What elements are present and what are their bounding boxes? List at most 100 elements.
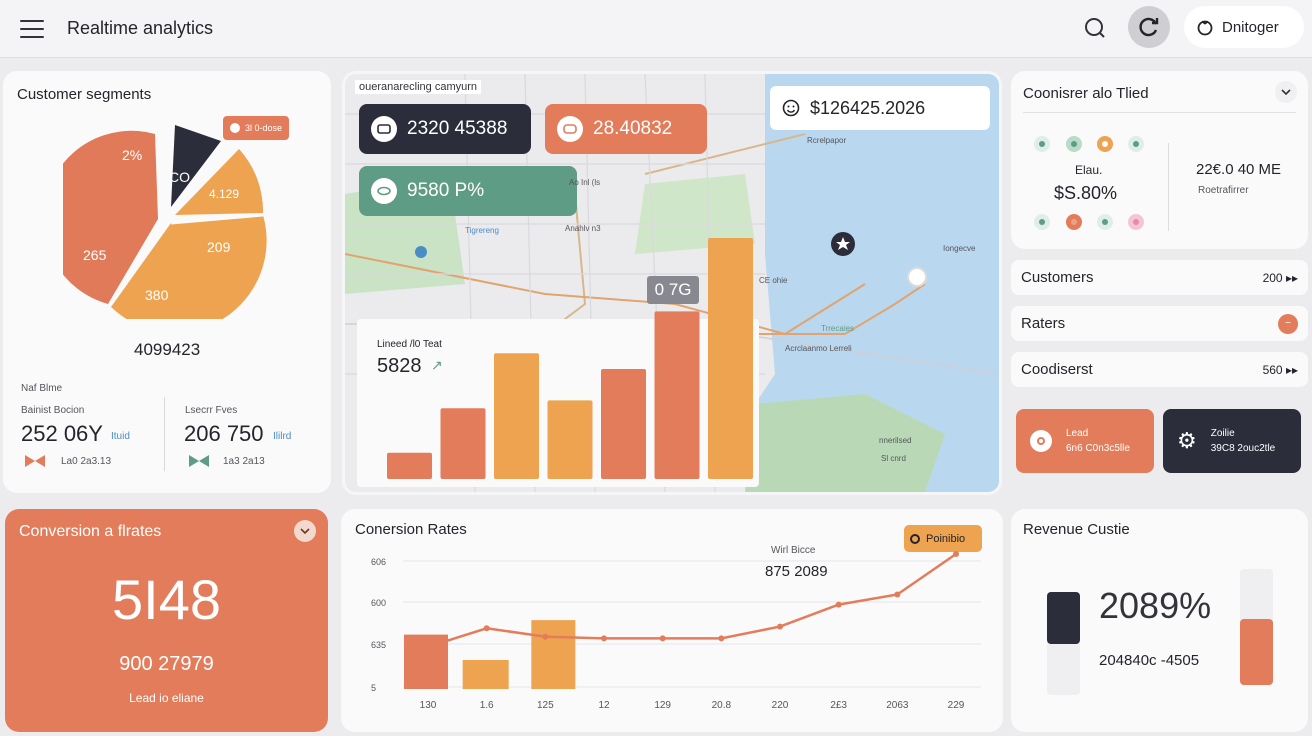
slice-label-5: 380	[145, 287, 169, 303]
stat2-unit: Ililrd	[273, 431, 292, 442]
x-tick-label: 229	[948, 700, 965, 711]
row-customers[interactable]: Customers 200 ▸▸	[1011, 260, 1308, 295]
status-dot-6	[1066, 214, 1082, 230]
line-point	[659, 635, 666, 642]
row-coodiserst-value: 560 ▸▸	[1262, 362, 1298, 377]
revenue-sub: 204840c -4505	[1099, 652, 1200, 669]
panel-title: Coonisrer alo Tlied	[1023, 85, 1149, 102]
slice-label-3: 4.129	[209, 187, 240, 201]
map-label-6: CE ohie	[759, 276, 788, 285]
stat2-label: Lsecrr Fves	[185, 405, 238, 416]
row-coodiserst-label: Coodiserst	[1021, 361, 1093, 378]
row-customers-label: Customers	[1021, 269, 1094, 286]
eye-icon	[371, 178, 397, 204]
panel-side-sub: Roetrafirrer	[1198, 185, 1249, 196]
row-coodiserst[interactable]: Coodiserst 560 ▸▸	[1011, 352, 1308, 387]
map-label-9: nnerilsed	[879, 436, 912, 445]
stat1-unit: Ituid	[111, 431, 130, 442]
gear-icon: ⚙	[1177, 428, 1197, 453]
map-marker-circle[interactable]	[907, 267, 927, 287]
status-dot-8	[1128, 214, 1144, 230]
chat-icon	[557, 116, 583, 142]
y-tick-label: 5	[371, 683, 376, 693]
line-point	[601, 635, 607, 642]
slice-label-1: 2%	[122, 147, 143, 163]
user-label: Dnitoger	[1222, 18, 1279, 36]
map-label-4: Rcrelpapor	[807, 136, 847, 145]
smiley-icon	[782, 99, 800, 117]
segments-title: Customer segments	[17, 86, 152, 103]
stat2-sub: 1a3 2a13	[223, 456, 265, 467]
y-tick-label: 635	[371, 640, 386, 650]
panel-side-value: 22€.0 40 ME	[1196, 161, 1282, 178]
line-point	[483, 625, 490, 632]
x-tick-label: 125	[537, 700, 554, 711]
kpi-orange-card[interactable]: 28.40832	[545, 104, 707, 154]
user-menu-button[interactable]: Dnitoger	[1184, 6, 1304, 48]
map-title: oueranarecling camyurn	[355, 80, 482, 94]
lead-tile-line1: Lead	[1066, 428, 1089, 439]
line-series	[427, 552, 957, 649]
kpi-orange-value: 28.40832	[593, 118, 673, 139]
map-label-5: Iongecve	[943, 244, 976, 253]
refresh-button[interactable]	[1128, 6, 1170, 48]
slice-label-6: 265	[83, 247, 107, 263]
x-tick-label: 129	[654, 700, 671, 711]
panel-metric-label: Elau.	[1075, 163, 1103, 177]
chevron-down-icon	[1281, 89, 1291, 95]
x-tick-label: 2£3	[830, 700, 847, 711]
x-tick-label: 2063	[886, 700, 909, 711]
lead-tile[interactable]: Lead 6n6 C0n3c5lle	[1016, 409, 1154, 473]
map-label-8: Acrclaanmo Lerreli	[785, 344, 852, 353]
bow-icon-orange	[25, 455, 45, 467]
revenue-gauge-left	[1047, 592, 1080, 695]
status-dot-5	[1034, 214, 1050, 230]
revenue-gauge-right	[1240, 569, 1273, 685]
user-icon	[1197, 20, 1213, 36]
line-point	[542, 633, 549, 640]
stat1-label: Bainist Bocion	[21, 405, 85, 416]
menu-icon[interactable]	[20, 20, 44, 38]
revenue-value: 2089%	[1099, 585, 1212, 626]
conversion-rates-card: Conersion Rates Poinibio Wirl Bicce 875 …	[341, 509, 1003, 732]
conversion-dropdown[interactable]	[294, 520, 316, 542]
map-label-7: Trrecaies	[821, 324, 855, 333]
conversion-card: Conversion a flrates 5I48 900 27979 Lead…	[5, 509, 328, 732]
customer-panel: Coonisrer alo Tlied Elau. $S.80% 22€.0 4…	[1011, 71, 1308, 249]
stat1-sub: La0 2a3.13	[61, 456, 112, 467]
revenue-gauge-right-fill	[1240, 619, 1273, 685]
stat-divider	[164, 397, 165, 471]
revenue-gauge-left-fill	[1047, 592, 1080, 644]
bow-icon-teal	[189, 455, 209, 467]
row-raters-label: Raters	[1021, 315, 1066, 332]
map-bar	[654, 311, 700, 479]
status-dot-4	[1128, 136, 1144, 152]
kpi-teal-value: 9580 P%	[407, 180, 485, 201]
bar-chart-bars	[387, 237, 753, 479]
line-point	[425, 643, 431, 650]
search-button[interactable]	[1081, 14, 1109, 42]
x-tick-label: 20.8	[712, 700, 732, 711]
line-point	[953, 551, 959, 557]
raters-indicator-icon: −	[1278, 313, 1298, 334]
search-icon	[1085, 18, 1105, 38]
map-card[interactable]: oueranarecling camyurn 2320 45388 28.408…	[342, 71, 1002, 495]
slice-label-2: CO	[169, 169, 190, 185]
kpi-navy-card[interactable]: 2320 45388	[359, 104, 531, 154]
y-tick-label: 600	[371, 598, 386, 608]
settings-tile[interactable]: ⚙ Zoilie 39C8 2ouc2tle	[1163, 409, 1301, 473]
row-raters[interactable]: Raters −	[1011, 306, 1308, 341]
line-point	[777, 623, 783, 630]
conversion-rates-chart: 606 600 635 5 130 1.6 125 12 129 20.8 220 2£3 2063 22…	[371, 551, 981, 711]
top-bar: Realtime analytics Dnitoger	[0, 0, 1312, 58]
status-dot-3	[1097, 136, 1113, 152]
wallet-icon	[371, 116, 397, 142]
chart-bar	[531, 620, 576, 689]
chevron-down-icon	[300, 528, 310, 534]
map-bar	[440, 408, 486, 479]
conversion-value: 5I48	[112, 568, 221, 631]
stat1-value: 252 06Y	[21, 421, 103, 446]
kpi-white-card[interactable]: $126425.2026	[770, 86, 990, 130]
conversion-footer: Lead io eliane	[129, 691, 204, 705]
panel-dropdown[interactable]	[1275, 81, 1297, 103]
